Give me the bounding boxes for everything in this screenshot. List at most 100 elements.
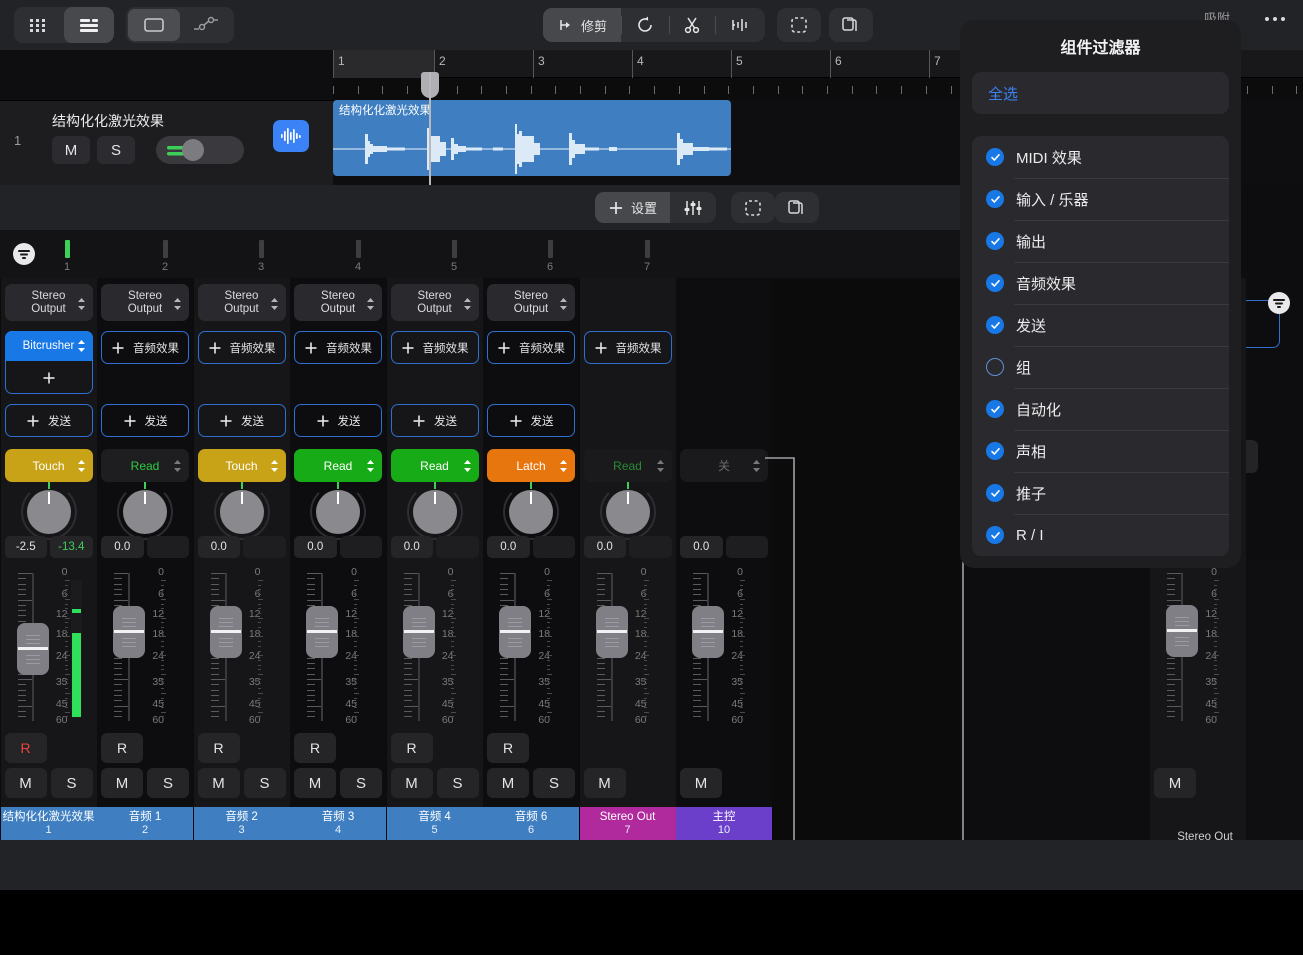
channel-send-slot[interactable]: 发送	[294, 404, 382, 437]
mixer-marquee-icon[interactable]	[731, 192, 775, 223]
channel-output-selector[interactable]: StereoOutput	[391, 284, 479, 321]
channel-volume-value[interactable]: 0.0	[391, 536, 434, 558]
channel-insert-slot[interactable]: 音频效果	[487, 331, 575, 364]
grid-icon[interactable]	[14, 7, 64, 43]
mixer-ruler-mark[interactable]	[548, 240, 553, 258]
channel-mute-button[interactable]: M	[101, 768, 143, 798]
mixer-ruler-mark[interactable]	[356, 240, 361, 258]
channel-mute-button[interactable]: M	[391, 768, 433, 798]
channel-peak-value[interactable]	[629, 536, 672, 558]
fader-handle[interactable]	[1166, 605, 1198, 657]
channel-record-button[interactable]: R	[5, 733, 47, 763]
channel-volume-value[interactable]: 0.0	[584, 536, 627, 558]
channel-output-selector[interactable]: StereoOutput	[487, 284, 575, 321]
fader-handle[interactable]	[499, 606, 531, 658]
filter-list-item[interactable]: R / I	[972, 514, 1229, 556]
channel-automation-mode[interactable]: Read	[391, 449, 479, 482]
channel-name-box[interactable]: Stereo Out 7	[580, 807, 676, 840]
fader-handle[interactable]	[306, 606, 338, 658]
channel-record-button[interactable]: R	[294, 733, 336, 763]
editor-mode-segment[interactable]	[126, 7, 234, 43]
channel-solo-button[interactable]: S	[244, 768, 286, 798]
channel-name-box[interactable]: 音频 6 6	[483, 807, 579, 840]
mixer-ruler-mark[interactable]	[259, 240, 264, 258]
filter-list-item[interactable]: 输入 / 乐器	[972, 178, 1229, 220]
channel-send-slot[interactable]: 发送	[5, 404, 93, 437]
plugin-add-button[interactable]	[6, 362, 92, 393]
channel-solo-button[interactable]: S	[437, 768, 479, 798]
waveform-icon[interactable]	[273, 120, 309, 152]
select-all-button[interactable]: 全选	[972, 72, 1229, 114]
channel-solo-button[interactable]: S	[147, 768, 189, 798]
channel-mute-button[interactable]: M	[294, 768, 336, 798]
tool-trim[interactable]: 修剪	[543, 8, 621, 42]
filter-icon[interactable]	[1268, 292, 1290, 314]
channel-insert-slot[interactable]: 音频效果	[101, 331, 189, 364]
channel-automation-mode[interactable]: Read	[294, 449, 382, 482]
channel-solo-button[interactable]: S	[533, 768, 575, 798]
channel-name-box[interactable]: 音频 2 3	[194, 807, 290, 840]
channel-send-slot[interactable]: 发送	[391, 404, 479, 437]
mixer-ruler-mark[interactable]	[65, 240, 70, 258]
channel-record-button[interactable]: R	[487, 733, 529, 763]
channel-insert-slot[interactable]: 音频效果	[391, 331, 479, 364]
list-icon[interactable]	[64, 7, 114, 43]
channel-send-slot[interactable]: 发送	[198, 404, 286, 437]
fader-handle[interactable]	[17, 623, 49, 675]
checkmark-icon[interactable]	[986, 316, 1004, 334]
channel-automation-mode[interactable]: Touch	[5, 449, 93, 482]
fader-handle[interactable]	[596, 606, 628, 658]
audio-region[interactable]: 结构化化激光效果	[333, 100, 731, 176]
channel-solo-button[interactable]: S	[340, 768, 382, 798]
channel-name-box[interactable]: 音频 4 5	[387, 807, 483, 840]
tool-scissors[interactable]	[669, 8, 715, 42]
channel-output-selector[interactable]: StereoOutput	[294, 284, 382, 321]
channel-peak-value[interactable]: -13.4	[50, 536, 93, 558]
more-icon[interactable]	[1265, 17, 1285, 21]
filter-list-item[interactable]: MIDI 效果	[972, 136, 1229, 178]
mixer-ruler-mark[interactable]	[452, 240, 457, 258]
channel-automation-mode[interactable]: 关	[680, 449, 768, 482]
tool-loop[interactable]	[621, 8, 669, 42]
filter-list-item[interactable]: 输出	[972, 220, 1229, 262]
checkmark-icon[interactable]	[986, 400, 1004, 418]
channel-name-box[interactable]: 结构化化激光效果 1	[1, 807, 97, 840]
mixer-ruler-mark[interactable]	[645, 240, 650, 258]
checkmark-icon[interactable]	[986, 232, 1004, 250]
checkmark-icon[interactable]	[986, 484, 1004, 502]
channel-mute-button[interactable]: M	[198, 768, 240, 798]
checkmark-icon[interactable]	[986, 274, 1004, 292]
channel-record-button[interactable]: R	[198, 733, 240, 763]
channel-name-box[interactable]: 音频 1 2	[97, 807, 193, 840]
channel-automation-mode[interactable]: Latch	[487, 449, 575, 482]
circle-empty-icon[interactable]	[986, 358, 1004, 376]
channel-peak-value[interactable]	[340, 536, 383, 558]
channel-mute-button[interactable]: M	[584, 768, 626, 798]
mixer-copy-icon[interactable]	[775, 192, 819, 223]
fader-handle[interactable]	[113, 606, 145, 658]
track-toggle[interactable]	[156, 136, 244, 164]
filter-icon[interactable]	[13, 243, 35, 265]
filter-list-item[interactable]: 推子	[972, 472, 1229, 514]
channel-output-selector[interactable]: StereoOutput	[5, 284, 93, 321]
filter-list-item[interactable]: 组	[972, 346, 1229, 388]
fader-handle[interactable]	[403, 606, 435, 658]
sliders-icon[interactable]	[670, 192, 716, 223]
mixer-settings-button[interactable]: 设置	[595, 192, 670, 223]
view-mode-segment[interactable]	[14, 7, 114, 43]
channel-peak-value[interactable]	[243, 536, 286, 558]
checkmark-icon[interactable]	[986, 442, 1004, 460]
channel-output-selector[interactable]: StereoOutput	[101, 284, 189, 321]
channel-mute-button[interactable]: M	[487, 768, 529, 798]
channel-volume-value[interactable]: 0.0	[198, 536, 241, 558]
channel-peak-value[interactable]	[436, 536, 479, 558]
channel-volume-value[interactable]: -2.5	[5, 536, 48, 558]
channel-solo-button[interactable]: S	[51, 768, 93, 798]
channel-volume-value[interactable]: 0.0	[487, 536, 530, 558]
channel-volume-value[interactable]: 0.0	[680, 536, 723, 558]
channel-name-box[interactable]: 音频 3 4	[290, 807, 386, 840]
channel-mute-button[interactable]: M	[680, 768, 722, 798]
channel-record-button[interactable]: R	[391, 733, 433, 763]
channel-insert-slot[interactable]: 音频效果	[294, 331, 382, 364]
checkmark-icon[interactable]	[986, 148, 1004, 166]
